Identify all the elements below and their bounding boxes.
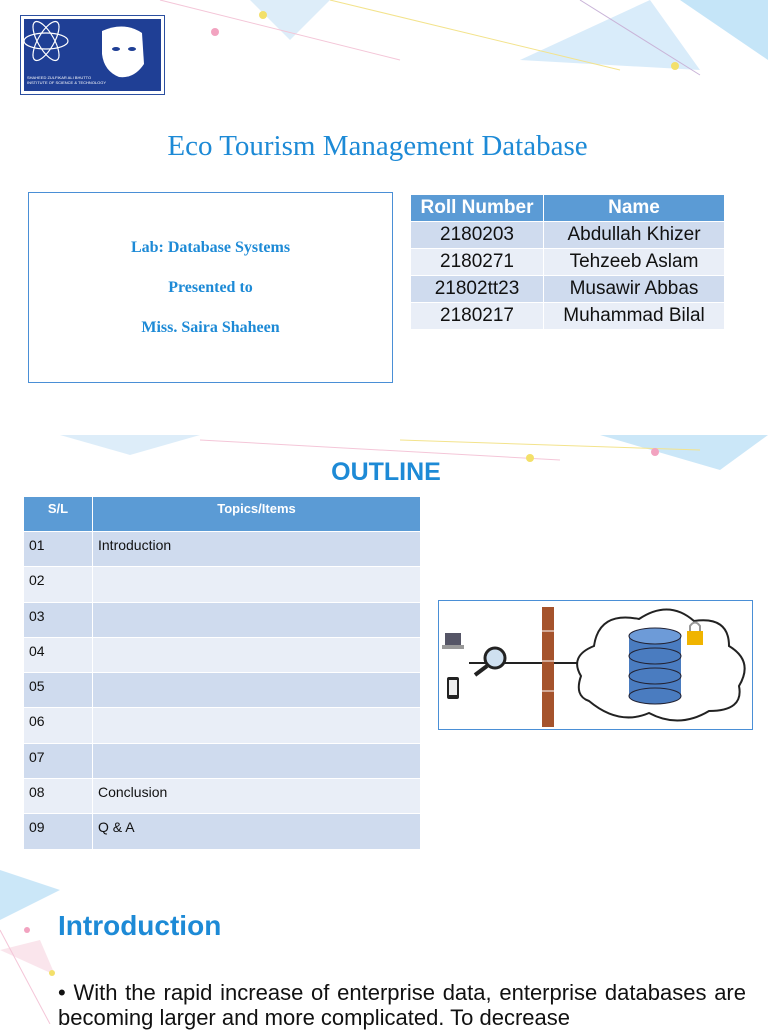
- table-row: 04: [23, 636, 421, 674]
- serial-cell: 05: [23, 672, 93, 709]
- topic-cell: [92, 636, 421, 674]
- table-row: 2180203 Abdullah Khizer: [410, 221, 725, 249]
- institute-logo: SHAHEED ZULFIKAR ALI BHUTTO INSTITUTE OF…: [20, 15, 165, 95]
- column-header: Roll Number: [410, 194, 544, 222]
- serial-cell: 01: [23, 530, 93, 568]
- serial-cell: 06: [23, 707, 93, 744]
- phone-icon: [447, 677, 459, 699]
- table-row: 03: [23, 601, 421, 638]
- table-row: 06: [23, 707, 421, 744]
- table-row: 01 Introduction: [23, 530, 421, 568]
- table-row: 08 Conclusion: [23, 778, 421, 815]
- serial-cell: 07: [23, 742, 93, 780]
- members-table: Roll Number Name 2180203 Abdullah Khizer 2…: [410, 194, 725, 330]
- magnifier-icon: [473, 646, 507, 677]
- table-row: 02: [23, 566, 421, 603]
- table-row: 07: [23, 742, 421, 780]
- roll-number: 2180271: [410, 248, 544, 276]
- table-row: 09 Q & A: [23, 813, 421, 850]
- topic-cell: Conclusion: [92, 778, 421, 815]
- member-name: Abdullah Khizer: [543, 221, 725, 249]
- serial-cell: 08: [23, 778, 93, 815]
- outline-table: S/L Topics/Items 01 Introduction 02 03 04 05 0…: [23, 496, 421, 850]
- serial-cell: 04: [23, 636, 93, 674]
- info-box: Lab: Database Systems Presented to Miss.…: [28, 192, 393, 383]
- logo-line2: INSTITUTE OF SCIENCE & TECHNOLOGY: [27, 80, 107, 85]
- introduction-heading: Introduction: [58, 910, 222, 941]
- serial-cell: 02: [23, 566, 93, 603]
- topic-cell: [92, 566, 421, 603]
- database-icon: [628, 627, 682, 705]
- member-name: Muhammad Bilal: [543, 302, 725, 330]
- topic-cell: Introduction: [92, 530, 421, 568]
- table-row: 05: [23, 672, 421, 709]
- table-row: 2180271 Tehzeeb Aslam: [410, 248, 725, 276]
- column-header: S/L: [23, 496, 93, 532]
- column-header: Topics/Items: [92, 496, 421, 532]
- member-name: Musawir Abbas: [543, 275, 725, 303]
- lab-label: Lab: Database Systems: [130, 238, 291, 256]
- roll-number: 2180203: [410, 221, 544, 249]
- teacher-name: Miss. Saira Shaheen: [141, 318, 280, 336]
- topic-cell: [92, 601, 421, 638]
- presented-label: Presented to: [168, 278, 253, 296]
- firewall-icon: [542, 607, 554, 727]
- member-name: Tehzeeb Aslam: [543, 248, 725, 276]
- serial-cell: 03: [23, 601, 93, 638]
- topic-cell: [92, 672, 421, 709]
- outline-title: OUTLINE: [331, 458, 441, 486]
- serial-cell: 09: [23, 813, 93, 850]
- topic-cell: [92, 707, 421, 744]
- database-security-illustration: [438, 600, 753, 730]
- topic-cell: [92, 742, 421, 780]
- roll-number: 2180217: [410, 302, 544, 330]
- roll-number: 21802tt23: [410, 275, 544, 303]
- topic-cell: Q & A: [92, 813, 421, 850]
- laptop-icon: [442, 633, 464, 649]
- page-title: Eco Tourism Management Database: [167, 130, 588, 162]
- table-row: 21802tt23 Musawir Abbas: [410, 275, 725, 303]
- table-row: 2180217 Muhammad Bilal: [410, 302, 725, 330]
- column-header: Name: [543, 194, 725, 222]
- introduction-text: • With the rapid increase of enterprise …: [58, 980, 746, 1030]
